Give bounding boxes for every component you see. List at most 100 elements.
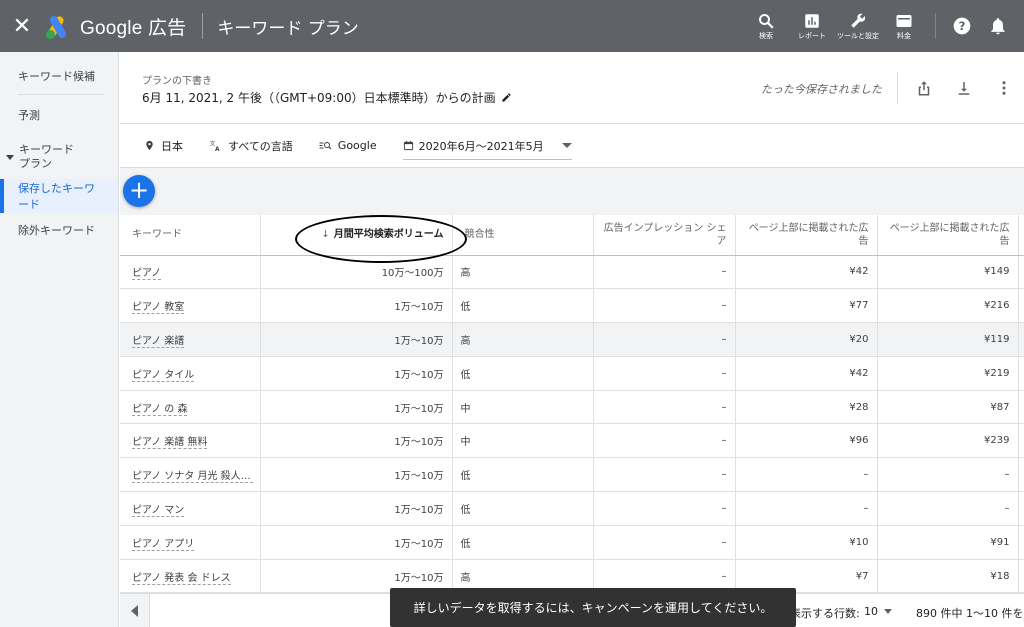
cell-competition: 低	[452, 457, 594, 493]
table-row[interactable]: ピアノ の 森 1万～10万 中 – ¥28 ¥87	[120, 390, 1024, 425]
cell-overflow	[1018, 288, 1024, 324]
column-header-impression-share[interactable]: 広告インプレッション シェア	[593, 215, 736, 256]
cell-keyword-text: ピアノ タイル	[132, 369, 195, 382]
search-icon	[759, 13, 774, 29]
report-tool-button[interactable]: レポート	[789, 12, 835, 41]
cell-top-bid-low: ¥20	[735, 322, 878, 357]
cell-overflow	[1018, 525, 1024, 560]
cell-volume-text: 1万～10万	[394, 572, 444, 584]
column-header-top-bid-low[interactable]: ページ上部に掲載された広告	[735, 215, 878, 256]
report-tool-label: レポート	[798, 31, 826, 40]
cell-keyword-text: ピアノ	[132, 268, 162, 281]
translate-icon: 文A	[210, 140, 220, 153]
cell-impression-share-text: –	[721, 469, 727, 481]
cell-top-bid-high: ¥87	[877, 390, 1019, 425]
cell-keyword: ピアノ 発表 会 ドレス	[120, 559, 261, 594]
cell-volume-text: 1万～10万	[394, 538, 444, 550]
table-row[interactable]: ピアノ 楽譜 無料 1万～10万 中 – ¥96 ¥239	[120, 423, 1024, 459]
column-header-top-bid-high[interactable]: ページ上部に掲載された広告	[877, 215, 1019, 256]
cell-top-bid-high-text: ¥239	[984, 435, 1010, 447]
cell-competition-text: 中	[460, 403, 471, 415]
cell-top-bid-low: ¥42	[735, 255, 878, 290]
sidebar-item-keyword-ideas[interactable]: キーワード候補	[0, 58, 118, 94]
cell-keyword-text: ピアノ 楽譜	[132, 335, 185, 348]
table-row[interactable]: ピアノ 楽譜 1万～10万 高 – ¥20 ¥119	[120, 322, 1024, 357]
rows-per-page-select[interactable]: 10	[864, 605, 892, 618]
plan-title[interactable]: 6月 11, 2021, 2 午後（（GMT+09:00）日本標準時）からの計画	[142, 89, 512, 106]
cell-top-bid-low-text: ¥10	[849, 536, 869, 548]
date-range-selector[interactable]: 2020年6月～2021年5月	[402, 138, 572, 160]
column-header-volume[interactable]: ↓ 月間平均検索ボリューム	[260, 215, 453, 256]
cell-top-bid-high-text: ¥219	[984, 367, 1010, 379]
sidebar-item-keyword-plan[interactable]: キーワード プラン	[0, 135, 118, 179]
cell-top-bid-high: –	[877, 457, 1019, 493]
cell-top-bid-high-text: ¥149	[984, 266, 1010, 278]
close-icon[interactable]: ✕	[0, 14, 44, 39]
cell-keyword: ピアノ ソナタ 月光 殺人 ...	[120, 457, 261, 493]
cell-volume-text: 1万～10万	[394, 504, 444, 516]
sidebar-item-label: 除外キーワード	[18, 224, 95, 237]
cell-volume: 1万～10万	[260, 491, 453, 526]
table-row[interactable]: ピアノ ソナタ 月光 殺人 ... 1万～10万 低 – – –	[120, 457, 1024, 493]
table-row[interactable]: ピアノ 10万～100万 高 – ¥42 ¥149	[120, 255, 1024, 290]
cell-impression-share-text: –	[721, 435, 727, 447]
cell-impression-share: –	[593, 457, 736, 493]
filter-bar: 日本 文A すべての言語 Google 2020年6月～2021年5月	[120, 124, 1024, 168]
language-filter[interactable]: 文A すべての言語	[209, 138, 293, 154]
help-button[interactable]: ?	[944, 16, 980, 36]
cell-top-bid-high: ¥91	[877, 525, 1019, 560]
download-icon	[958, 82, 970, 95]
billing-icon	[896, 14, 912, 27]
table-row[interactable]: ピアノ タイル 1万～10万 低 – ¥42 ¥219	[120, 356, 1024, 391]
scroll-left-button[interactable]	[120, 594, 150, 627]
google-ads-logo-icon	[44, 13, 72, 40]
cell-overflow	[1018, 423, 1024, 459]
cell-impression-share-text: –	[721, 570, 727, 582]
sidebar-item-forecast[interactable]: 予測	[0, 95, 118, 135]
notifications-button[interactable]	[980, 16, 1016, 36]
pencil-icon[interactable]	[501, 92, 512, 103]
column-header-competition[interactable]: 競合性	[452, 215, 594, 256]
tools-settings-button[interactable]: ツールと設定	[835, 12, 881, 41]
more-options-button[interactable]	[984, 79, 1024, 97]
location-filter-label: 日本	[161, 139, 183, 153]
report-icon	[805, 13, 819, 28]
cell-keyword: ピアノ	[120, 255, 261, 290]
page-title: キーワード プラン	[217, 18, 359, 39]
share-button[interactable]	[904, 79, 944, 97]
add-keyword-button[interactable]: +	[123, 175, 155, 207]
sidebar-item-saved-keywords[interactable]: 保存したキーワード	[0, 179, 118, 213]
cell-impression-share: –	[593, 288, 736, 324]
cell-top-bid-low-text: –	[863, 502, 869, 514]
download-button[interactable]	[944, 79, 984, 97]
cell-top-bid-low: ¥77	[735, 288, 878, 324]
calendar-icon	[403, 140, 413, 151]
network-filter[interactable]: Google	[319, 139, 377, 152]
arrow-left-icon	[131, 604, 138, 617]
chevron-down-icon	[6, 154, 14, 160]
cell-volume: 1万～10万	[260, 356, 453, 391]
plan-header: プランの下書き 6月 11, 2021, 2 午後（（GMT+09:00）日本標…	[120, 52, 1024, 124]
share-icon	[918, 81, 930, 96]
table-row[interactable]: ピアノ アプリ 1万～10万 低 – ¥10 ¥91	[120, 525, 1024, 560]
table-row[interactable]: ピアノ 教室 1万～10万 低 – ¥77 ¥216	[120, 288, 1024, 324]
brand-name: Google 広告	[80, 17, 187, 39]
column-header-keyword[interactable]: キーワード	[120, 215, 261, 256]
cell-keyword-text: ピアノ 楽譜 無料	[132, 437, 208, 450]
cell-competition-text: 中	[460, 437, 471, 449]
top-app-bar: ✕ Google 広告 キーワード プラン 検索 レポート ツールと設定 料金 …	[0, 0, 1024, 52]
table-row[interactable]: ピアノ マン 1万～10万 低 – – –	[120, 491, 1024, 526]
dropdown-caret-icon	[884, 609, 892, 614]
billing-button[interactable]: 料金	[881, 12, 927, 41]
cell-volume-text: 1万～10万	[394, 471, 444, 483]
cell-overflow	[1018, 255, 1024, 290]
cell-keyword: ピアノ タイル	[120, 356, 261, 391]
wrench-icon	[851, 13, 866, 28]
sidebar-item-negative-keywords[interactable]: 除外キーワード	[0, 213, 118, 247]
cell-top-bid-low: ¥28	[735, 390, 878, 425]
search-tool-button[interactable]: 検索	[743, 12, 789, 41]
location-filter[interactable]: 日本	[144, 138, 183, 154]
cell-volume: 1万～10万	[260, 457, 453, 493]
cell-competition-text: 低	[460, 538, 471, 550]
cell-impression-share: –	[593, 491, 736, 526]
